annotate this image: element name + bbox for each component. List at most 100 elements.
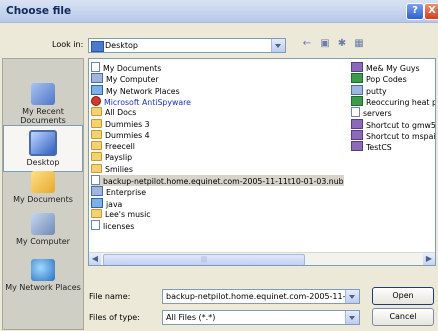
place-my-computer[interactable]: My Computer	[3, 213, 83, 246]
file-item[interactable]: Shortcut to gmw5	[351, 118, 436, 130]
place-label: My Documents	[13, 195, 73, 204]
file-item[interactable]: Me& My Guys	[351, 62, 420, 73]
file-item-label: All Docs	[105, 108, 137, 118]
place-recent[interactable]: My Recent Documents	[3, 83, 83, 125]
pc-file-icon	[91, 73, 103, 84]
file-list[interactable]: My Documents My Computer My Network Places…	[88, 58, 436, 266]
file-item-label: licenses	[103, 222, 135, 232]
place-label: My Computer	[16, 237, 70, 246]
places-bar: My Recent Documents Desktop My Documents…	[2, 58, 84, 330]
file-item-label: Shortcut to mspaint	[366, 131, 436, 141]
desktop-icon	[29, 130, 57, 156]
doc-file-icon	[91, 175, 100, 185]
file-name-field[interactable]: backup-netpilot.home.equinet.com-2005-11…	[162, 289, 360, 304]
file-item-label: Lee's music	[105, 209, 151, 219]
help-button[interactable]: ?	[406, 3, 424, 20]
doc-file-icon	[91, 220, 100, 231]
file-item[interactable]: putty	[351, 84, 387, 96]
folder-icon	[91, 141, 102, 151]
file-item[interactable]: java	[91, 197, 123, 209]
title-bar: Choose file ? X	[0, 0, 438, 23]
file-type-select[interactable]: All Files (*.*)	[162, 310, 360, 325]
sc-file-icon	[351, 129, 363, 140]
close-button[interactable]: X	[424, 3, 438, 20]
pc-file-icon	[91, 186, 103, 197]
place-network[interactable]: My Network Places	[3, 259, 83, 292]
folder-icon	[91, 107, 102, 117]
place-label: Desktop	[26, 158, 60, 167]
file-item[interactable]: servers	[351, 107, 392, 118]
network-places-icon	[31, 259, 55, 281]
scroll-left-icon[interactable]: ◀	[89, 253, 101, 265]
file-item-label: java	[106, 199, 123, 209]
file-item[interactable]: My Documents	[91, 62, 161, 73]
open-button[interactable]: Open	[372, 287, 434, 305]
file-type-label: Files of type:	[89, 313, 140, 322]
file-item-label: servers	[363, 109, 392, 119]
doc-file-icon	[351, 107, 360, 118]
place-label: My Recent Documents	[20, 107, 66, 125]
look-in-value: Desktop	[105, 41, 138, 50]
file-item-label: Dummies 4	[105, 130, 150, 140]
file-item-label: My Computer	[106, 75, 159, 85]
file-item[interactable]: backup-netpilot.home.equinet.com-2005-11…	[91, 175, 344, 186]
file-item-label: Smilies	[105, 164, 133, 174]
place-desktop[interactable]: Desktop	[3, 125, 83, 172]
sc-file-icon	[351, 141, 363, 152]
horizontal-scrollbar[interactable]: ◀ ||| ▶	[89, 252, 435, 265]
file-item-label: Enterprise	[106, 188, 147, 198]
file-item[interactable]: Shortcut to mspaint	[351, 129, 436, 141]
file-item-label: Me& My Guys	[366, 64, 420, 73]
file-item-label: Pop Codes	[366, 75, 407, 85]
chevron-down-icon[interactable]	[345, 311, 359, 324]
pc-file-icon	[351, 84, 363, 95]
scroll-right-icon[interactable]: ▶	[423, 253, 435, 265]
folder-icon	[91, 208, 102, 218]
file-item[interactable]: Freecell	[91, 141, 135, 152]
file-type-value: All Files (*.*)	[166, 313, 216, 322]
sc-file-icon	[351, 118, 363, 129]
file-item[interactable]: Dummies 4	[91, 129, 150, 141]
new-folder-icon[interactable]: ✱	[335, 37, 349, 51]
net-file-icon	[91, 197, 103, 208]
file-item[interactable]: My Network Places	[91, 84, 180, 96]
file-item-label: Reoccuring heat prol	[366, 97, 435, 107]
my-documents-icon	[31, 171, 55, 193]
file-item[interactable]: Smilies	[91, 163, 133, 175]
look-in-label: Look in:	[52, 40, 84, 49]
folder-icon	[91, 152, 102, 162]
look-in-select[interactable]: Desktop	[88, 38, 286, 53]
file-item[interactable]: Reoccuring heat prol	[351, 95, 435, 107]
file-item[interactable]: Microsoft AntiSpyware	[91, 95, 191, 107]
folder-icon	[91, 129, 102, 139]
recent-documents-icon	[31, 83, 55, 105]
xl-file-icon	[351, 95, 363, 106]
file-item[interactable]: TestCS	[351, 141, 392, 152]
file-name-label: File name:	[89, 292, 131, 301]
red-file-icon	[91, 95, 101, 106]
file-item[interactable]: Payslip	[91, 152, 132, 163]
file-item[interactable]: All Docs	[91, 107, 136, 118]
chevron-down-icon[interactable]	[271, 39, 285, 52]
back-icon[interactable]: ←	[300, 37, 314, 51]
file-item-label: Dummies 3	[105, 119, 150, 129]
file-item-label: putty	[366, 86, 387, 96]
file-item[interactable]: Enterprise	[91, 186, 146, 197]
file-item[interactable]: Lee's music	[91, 208, 151, 220]
desktop-folder-icon	[91, 41, 104, 52]
file-item-label: Shortcut to gmw5	[366, 120, 436, 130]
file-item[interactable]: My Computer	[91, 73, 159, 84]
my-computer-icon	[31, 213, 55, 235]
view-menu-icon[interactable]: ▦	[352, 37, 366, 51]
file-item[interactable]: licenses	[91, 220, 134, 231]
file-item[interactable]: Pop Codes	[351, 73, 407, 84]
xl-file-icon	[351, 73, 363, 84]
file-item-label: Microsoft AntiSpyware	[104, 97, 191, 107]
place-my-documents[interactable]: My Documents	[3, 171, 83, 204]
up-folder-icon[interactable]: ▣	[318, 37, 332, 51]
scroll-thumb[interactable]: |||	[103, 254, 305, 265]
file-item[interactable]: Dummies 3	[91, 118, 150, 130]
file-item-label: Freecell	[105, 142, 135, 152]
chevron-down-icon[interactable]	[345, 290, 359, 303]
cancel-button[interactable]: Cancel	[372, 308, 434, 326]
